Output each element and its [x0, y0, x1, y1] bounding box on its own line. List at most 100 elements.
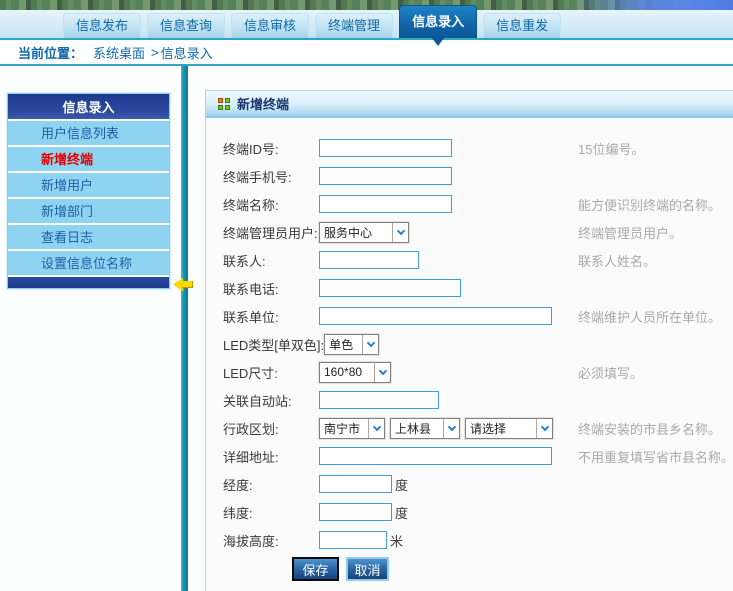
sidebar-collapse-arrow-icon[interactable]	[173, 278, 195, 291]
terminal-admin-user-select[interactable]: 服务中心	[319, 222, 409, 243]
contact-person-hint: 联系人姓名。	[578, 251, 656, 270]
sidebar-item-view-logs[interactable]: 查看日志	[8, 225, 169, 251]
admin-region-label: 行政区划:	[223, 419, 319, 438]
detail-address-label: 详细地址:	[223, 447, 319, 466]
sidebar-menu: 信息录入 用户信息列表 新增终端 新增用户 新增部门 查看日志 设置信息位名称	[7, 93, 170, 289]
breadcrumb: 当前位置： 系统桌面 > 信息录入	[0, 38, 733, 66]
latitude-input[interactable]	[319, 503, 392, 521]
chevron-down-icon	[536, 419, 552, 438]
terminal-admin-user-label: 终端管理员用户:	[223, 223, 319, 242]
sidebar-item-user-info-list[interactable]: 用户信息列表	[8, 121, 169, 147]
chevron-down-icon	[368, 419, 384, 438]
contact-unit-label: 联系单位:	[223, 307, 319, 326]
contact-phone-input[interactable]	[319, 279, 461, 297]
detail-address-hint: 不用重复填写省市县名称。	[578, 447, 733, 466]
active-tab-pointer-icon	[432, 38, 444, 46]
add-terminal-form: 终端ID号: 15位编号。 终端手机号: 终端名称: 能方便识别终端的名称。 终…	[206, 118, 733, 581]
chevron-down-icon	[443, 419, 459, 438]
latitude-row: 纬度: 度	[206, 498, 733, 526]
sidebar-divider	[181, 66, 188, 591]
sidebar-item-add-user[interactable]: 新增用户	[8, 173, 169, 199]
sidebar-item-add-terminal[interactable]: 新增终端	[8, 147, 169, 173]
grid-square-orange	[218, 98, 223, 103]
led-size-label: LED尺寸:	[223, 363, 319, 382]
sidebar-title: 信息录入	[8, 94, 169, 121]
chevron-down-icon	[374, 363, 390, 382]
contact-unit-row: 联系单位: 终端维护人员所在单位。	[206, 302, 733, 330]
terminal-id-hint: 15位编号。	[578, 139, 644, 158]
detail-address-input[interactable]	[319, 447, 552, 465]
terminal-id-label: 终端ID号:	[223, 139, 319, 158]
content-panel: 新增终端 终端ID号: 15位编号。 终端手机号: 终端名称: 能方便识别终端的…	[205, 90, 733, 591]
terminal-name-label: 终端名称:	[223, 195, 319, 214]
breadcrumb-separator: >	[151, 45, 159, 60]
contact-person-label: 联系人:	[223, 251, 319, 270]
panel-header: 新增终端	[206, 91, 733, 118]
tab-info-entry[interactable]: 信息录入	[399, 5, 477, 38]
region-city-value: 南宁市	[320, 419, 368, 438]
top-photo-banner	[0, 0, 733, 10]
terminal-phone-input[interactable]	[319, 167, 452, 185]
altitude-row: 海拔高度: 米	[206, 526, 733, 554]
led-type-value: 单色	[325, 335, 362, 354]
grid-square-green	[218, 105, 223, 110]
tab-info-publish[interactable]: 信息发布	[63, 13, 141, 38]
terminal-name-hint: 能方便识别终端的名称。	[578, 195, 721, 214]
app-window: 信息发布 信息查询 信息审核 终端管理 信息录入 信息重发 当前位置： 系统桌面…	[0, 0, 733, 591]
grid-square-green	[225, 105, 230, 110]
terminal-admin-user-row: 终端管理员用户: 服务中心 终端管理员用户。	[206, 218, 733, 246]
chevron-down-icon	[392, 223, 408, 242]
arrow-tail	[182, 281, 193, 288]
tab-info-query[interactable]: 信息查询	[147, 13, 225, 38]
terminal-admin-user-hint: 终端管理员用户。	[578, 223, 682, 242]
chevron-down-icon	[362, 335, 378, 354]
form-actions: 保存 取消	[206, 557, 733, 581]
contact-person-input[interactable]	[319, 251, 419, 269]
detail-address-row: 详细地址: 不用重复填写省市县名称。	[206, 442, 733, 470]
region-county-select[interactable]: 上林县	[390, 418, 460, 439]
admin-region-row: 行政区划: 南宁市 上林县 请选择 终端安装的市县乡名称。	[206, 414, 733, 442]
tab-info-entry-label: 信息录入	[412, 14, 464, 29]
save-button[interactable]: 保存	[292, 557, 339, 581]
contact-unit-input[interactable]	[319, 307, 552, 325]
grid-square-green	[225, 98, 230, 103]
led-size-select[interactable]: 160*80	[319, 362, 391, 383]
breadcrumb-home-link[interactable]: 系统桌面	[93, 43, 145, 62]
tab-info-resend[interactable]: 信息重发	[483, 13, 561, 38]
terminal-phone-row: 终端手机号:	[206, 162, 733, 190]
contact-person-row: 联系人: 联系人姓名。	[206, 246, 733, 274]
led-size-value: 160*80	[320, 363, 374, 382]
tab-info-audit[interactable]: 信息审核	[231, 13, 309, 38]
contact-unit-hint: 终端维护人员所在单位。	[578, 307, 721, 326]
sidebar-item-add-department[interactable]: 新增部门	[8, 199, 169, 225]
altitude-input[interactable]	[319, 531, 387, 549]
auto-station-label: 关联自动站:	[223, 391, 319, 410]
auto-station-row: 关联自动站:	[206, 386, 733, 414]
led-size-hint: 必须填写。	[578, 363, 643, 382]
tab-terminal-manage[interactable]: 终端管理	[315, 13, 393, 38]
altitude-unit: 米	[390, 531, 403, 550]
admin-region-hint: 终端安装的市县乡名称。	[578, 419, 721, 438]
terminal-phone-label: 终端手机号:	[223, 167, 319, 186]
sidebar-item-set-info-slot-name[interactable]: 设置信息位名称	[8, 251, 169, 277]
region-city-select[interactable]: 南宁市	[319, 418, 385, 439]
longitude-row: 经度: 度	[206, 470, 733, 498]
led-type-label: LED类型[单双色]:	[223, 335, 324, 354]
longitude-input[interactable]	[319, 475, 392, 493]
sidebar-footer-bar	[8, 277, 169, 288]
contact-phone-row: 联系电话:	[206, 274, 733, 302]
terminal-id-row: 终端ID号: 15位编号。	[206, 134, 733, 162]
terminal-admin-user-value: 服务中心	[320, 223, 392, 242]
latitude-label: 纬度:	[223, 503, 319, 522]
contact-phone-label: 联系电话:	[223, 279, 319, 298]
terminal-name-row: 终端名称: 能方便识别终端的名称。	[206, 190, 733, 218]
terminal-name-input[interactable]	[319, 195, 452, 213]
page-title: 新增终端	[237, 94, 289, 113]
grid-squares-icon	[218, 98, 230, 110]
terminal-id-input[interactable]	[319, 139, 452, 157]
auto-station-input[interactable]	[319, 391, 439, 409]
cancel-button[interactable]: 取消	[346, 557, 389, 581]
led-size-row: LED尺寸: 160*80 必须填写。	[206, 358, 733, 386]
region-town-select[interactable]: 请选择	[465, 418, 553, 439]
led-type-select[interactable]: 单色	[324, 334, 379, 355]
